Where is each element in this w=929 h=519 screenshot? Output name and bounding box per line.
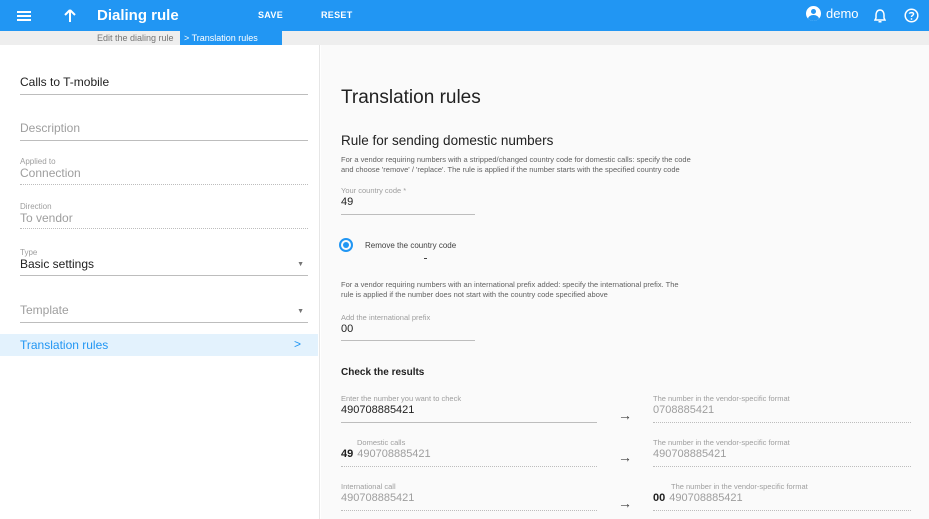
country-code-input[interactable]: Your country code * 49 xyxy=(341,186,475,215)
user-name: demo xyxy=(826,6,859,21)
template-placeholder: Template xyxy=(20,303,69,317)
breadcrumb: Edit the dialing rule > Translation rule… xyxy=(0,31,929,45)
direction-value: To vendor xyxy=(20,211,73,225)
result-vendor-format: The number in the vendor-specific format… xyxy=(653,394,911,423)
divider xyxy=(424,258,427,259)
result3-label: The number in the vendor-specific format xyxy=(671,482,808,491)
result-domestic-vendor-format: The number in the vendor-specific format… xyxy=(653,438,911,467)
domestic-number: 490708885421 xyxy=(357,448,431,460)
translation-rules-panel: Translation rules Rule for sending domes… xyxy=(321,45,929,519)
check-input-label: Enter the number you want to check xyxy=(341,394,462,403)
name-field[interactable]: Calls to T-mobile xyxy=(20,75,308,95)
menu-icon[interactable] xyxy=(14,0,34,31)
dropdown-arrow-icon: ▼ xyxy=(297,308,304,315)
arrow-right-icon: → xyxy=(618,495,632,511)
result3-number: 490708885421 xyxy=(669,492,743,504)
arrow-up-icon[interactable] xyxy=(60,0,80,31)
nav-item-label: Translation rules xyxy=(20,338,109,352)
check-input-value: 490708885421 xyxy=(341,404,415,416)
page-title: Dialing rule xyxy=(97,7,179,24)
remove-country-code-radio[interactable] xyxy=(339,238,353,252)
description-field[interactable]: Description xyxy=(20,121,308,141)
applied-to-label: Applied to xyxy=(20,157,56,166)
domestic-help-text: For a vendor requiring numbers with a st… xyxy=(341,155,691,174)
check-results-heading: Check the results xyxy=(341,367,425,378)
international-call-field: International call 490708885421 xyxy=(341,482,597,511)
intl-call-label: International call xyxy=(341,482,396,491)
intl-call-value: 490708885421 xyxy=(341,492,415,504)
country-code-label: Your country code * xyxy=(341,186,407,195)
result2-label: The number in the vendor-specific format xyxy=(653,438,790,447)
intl-prefix-label: Add the international prefix xyxy=(341,313,431,322)
arrow-right-icon: → xyxy=(618,407,632,423)
type-label: Type xyxy=(20,248,38,257)
section-title: Translation rules xyxy=(341,87,481,108)
domestic-calls-label: Domestic calls xyxy=(357,438,406,447)
domestic-rule-heading: Rule for sending domestic numbers xyxy=(341,133,554,148)
bell-icon[interactable] xyxy=(872,0,888,31)
type-select[interactable]: Type Basic settings ▼ xyxy=(20,248,308,276)
intl-help-text: For a vendor requiring numbers with an i… xyxy=(341,280,679,299)
breadcrumb-edit-dialing-rule[interactable]: Edit the dialing rule xyxy=(97,31,174,45)
reset-button[interactable]: RESET xyxy=(321,10,353,20)
nav-item-translation-rules[interactable]: Translation rules > xyxy=(0,334,318,356)
radio-label: Remove the country code xyxy=(365,241,457,250)
check-number-input[interactable]: Enter the number you want to check 49070… xyxy=(341,394,597,423)
user-menu[interactable]: demo xyxy=(806,6,859,21)
applied-to-value: Connection xyxy=(20,166,81,180)
template-select[interactable]: Template ▼ xyxy=(20,303,308,323)
chevron-right-icon: > xyxy=(294,337,302,351)
name-value: Calls to T-mobile xyxy=(20,75,110,89)
intl-prefix-input[interactable]: Add the international prefix 00 xyxy=(341,313,475,341)
direction-label: Direction xyxy=(20,202,52,211)
direction-field: Direction To vendor xyxy=(20,202,308,229)
left-panel: Calls to T-mobile Description Applied to… xyxy=(0,45,320,519)
result1-value: 0708885421 xyxy=(653,404,715,416)
domestic-prefix: 49 xyxy=(341,448,354,460)
save-button[interactable]: SAVE xyxy=(258,10,283,20)
help-icon[interactable] xyxy=(903,0,919,31)
description-placeholder: Description xyxy=(20,121,81,135)
applied-to-field: Applied to Connection xyxy=(20,157,308,185)
dropdown-arrow-icon: ▼ xyxy=(297,261,304,268)
intl-prefix-value: 00 xyxy=(341,323,354,335)
top-app-bar: Dialing rule SAVE RESET demo xyxy=(0,0,929,31)
breadcrumb-translation-rules[interactable]: > Translation rules xyxy=(180,31,282,45)
result-intl-vendor-format: The number in the vendor-specific format… xyxy=(653,482,911,511)
arrow-right-icon: → xyxy=(618,449,632,465)
type-value: Basic settings xyxy=(20,257,95,271)
result1-label: The number in the vendor-specific format xyxy=(653,394,790,403)
account-icon xyxy=(806,6,821,21)
result2-value: 490708885421 xyxy=(653,448,727,460)
result3-prefix: 00 xyxy=(653,492,666,504)
country-code-value: 49 xyxy=(341,196,354,208)
domestic-calls-field: Domestic calls 49 490708885421 xyxy=(341,438,597,467)
